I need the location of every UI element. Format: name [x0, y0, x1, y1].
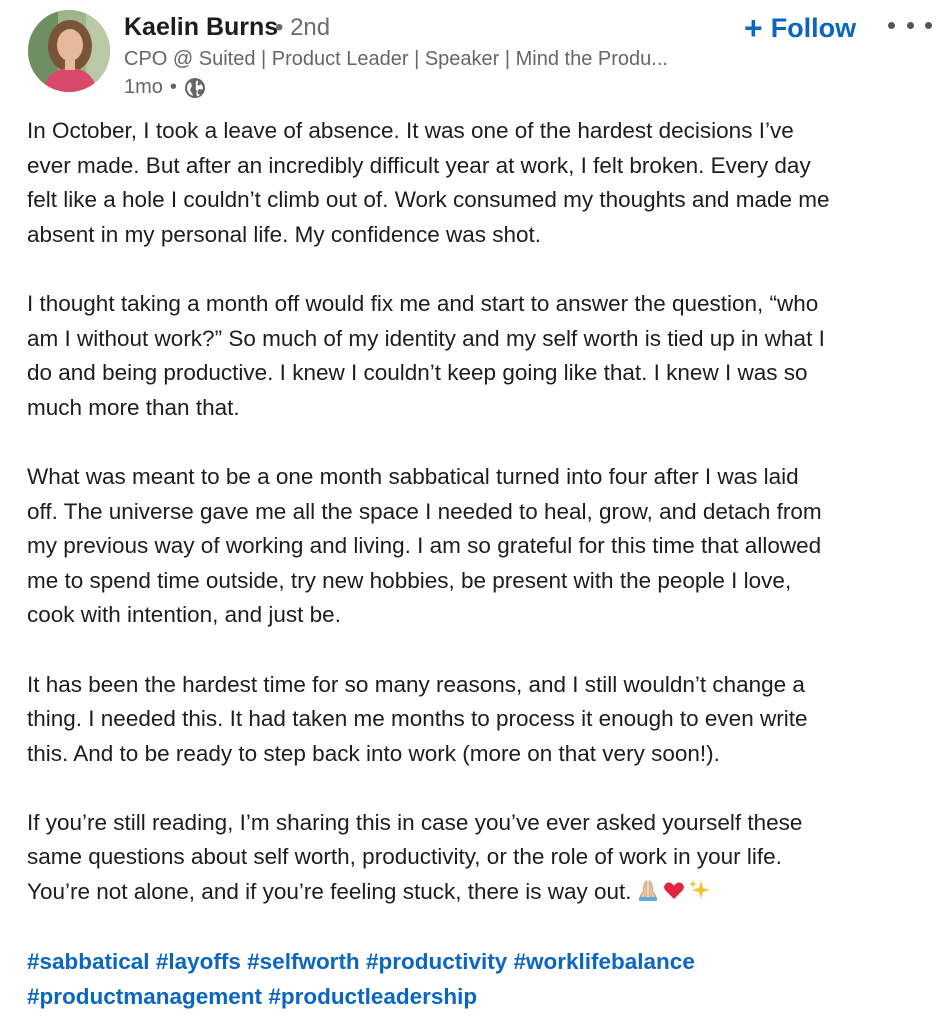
post-body: In October, I took a leave of absence. I… — [27, 114, 939, 944]
text-line: much more than that. — [27, 394, 240, 420]
text-line: same questions about self worth, product… — [27, 844, 782, 870]
red-heart-icon — [663, 882, 684, 900]
text-line: off. The universe gave me all the space … — [27, 498, 822, 524]
post-time: 1mo — [124, 76, 163, 98]
text-line: am I without work?” So much of my identi… — [27, 325, 825, 351]
sparkles-icon — [688, 880, 710, 900]
post-header: Kaelin Burns • 2nd CPO @ Suited | Produc… — [0, 0, 949, 110]
post-paragraph-4: It has been the hardest time for so many… — [27, 668, 939, 772]
text-line: It has been the hardest time for so many… — [27, 671, 805, 697]
ellipsis-dot — [925, 21, 932, 29]
text-line: me to spend time outside, try new hobbie… — [27, 567, 792, 593]
emoji-group — [636, 878, 712, 902]
text-line: absent in my personal life. My confidenc… — [27, 221, 542, 247]
connection-degree: • 2nd — [275, 14, 331, 41]
text-line: If you’re still reading, I’m sharing thi… — [27, 809, 803, 835]
linkedin-post: Kaelin Burns • 2nd CPO @ Suited | Produc… — [0, 0, 949, 1024]
post-meta: 1mo • — [124, 76, 206, 99]
text-line: ever made. But after an incredibly diffi… — [27, 152, 811, 178]
text-line: felt like a hole I couldn’t climb out of… — [27, 187, 830, 213]
text-line: cook with intention, and just be. — [27, 602, 341, 628]
praying-hands-icon — [638, 880, 657, 902]
globe-icon — [184, 77, 206, 99]
author-headline: CPO @ Suited | Product Leader | Speaker … — [124, 48, 668, 70]
hashtag-link[interactable]: #productivity — [366, 949, 507, 974]
post-paragraph-1: In October, I took a leave of absence. I… — [27, 114, 939, 252]
ellipsis-dot — [888, 21, 895, 29]
text-line-with-emoji: You’re not alone, and if you’re feeling … — [27, 875, 939, 910]
post-paragraph-3: What was meant to be a one month sabbati… — [27, 460, 939, 633]
hashtags: #sabbatical #layoffs #selfworth #product… — [27, 945, 695, 1014]
follow-button[interactable]: + Follow — [744, 10, 856, 46]
hashtag-line: #productmanagement #productleadership — [27, 980, 695, 1015]
author-name[interactable]: Kaelin Burns — [124, 13, 278, 42]
hashtag-link[interactable]: #selfworth — [247, 949, 360, 974]
hashtag-line: #sabbatical #layoffs #selfworth #product… — [27, 945, 695, 980]
text-line: What was meant to be a one month sabbati… — [27, 463, 799, 489]
text-line: do and being productive. I knew I couldn… — [27, 360, 808, 386]
post-paragraph-2: I thought taking a month off would fix m… — [27, 287, 939, 425]
text-line: my previous way of working and living. I… — [27, 533, 822, 559]
text-line: thing. I needed this. It had taken me mo… — [27, 706, 808, 732]
hashtag-link[interactable]: #productleadership — [268, 984, 477, 1009]
hashtag-link[interactable]: #worklifebalance — [514, 949, 695, 974]
hashtag-link[interactable]: #sabbatical — [27, 949, 150, 974]
text-line: this. And to be ready to step back into … — [27, 740, 720, 766]
plus-icon: + — [744, 10, 763, 46]
avatar[interactable] — [28, 10, 110, 92]
post-paragraph-5: If you’re still reading, I’m sharing thi… — [27, 806, 939, 910]
meta-separator: • — [169, 76, 177, 98]
more-options-button[interactable] — [888, 12, 932, 38]
ellipsis-dot — [906, 21, 914, 29]
text-line: I thought taking a month off would fix m… — [27, 290, 819, 316]
text-line: In October, I took a leave of absence. I… — [27, 118, 794, 143]
follow-label: Follow — [770, 12, 857, 43]
text-line: You’re not alone, and if you’re feeling … — [27, 879, 632, 905]
hashtag-link[interactable]: #productmanagement — [27, 984, 262, 1009]
avatar-photo — [28, 10, 110, 92]
hashtag-link[interactable]: #layoffs — [156, 949, 241, 974]
